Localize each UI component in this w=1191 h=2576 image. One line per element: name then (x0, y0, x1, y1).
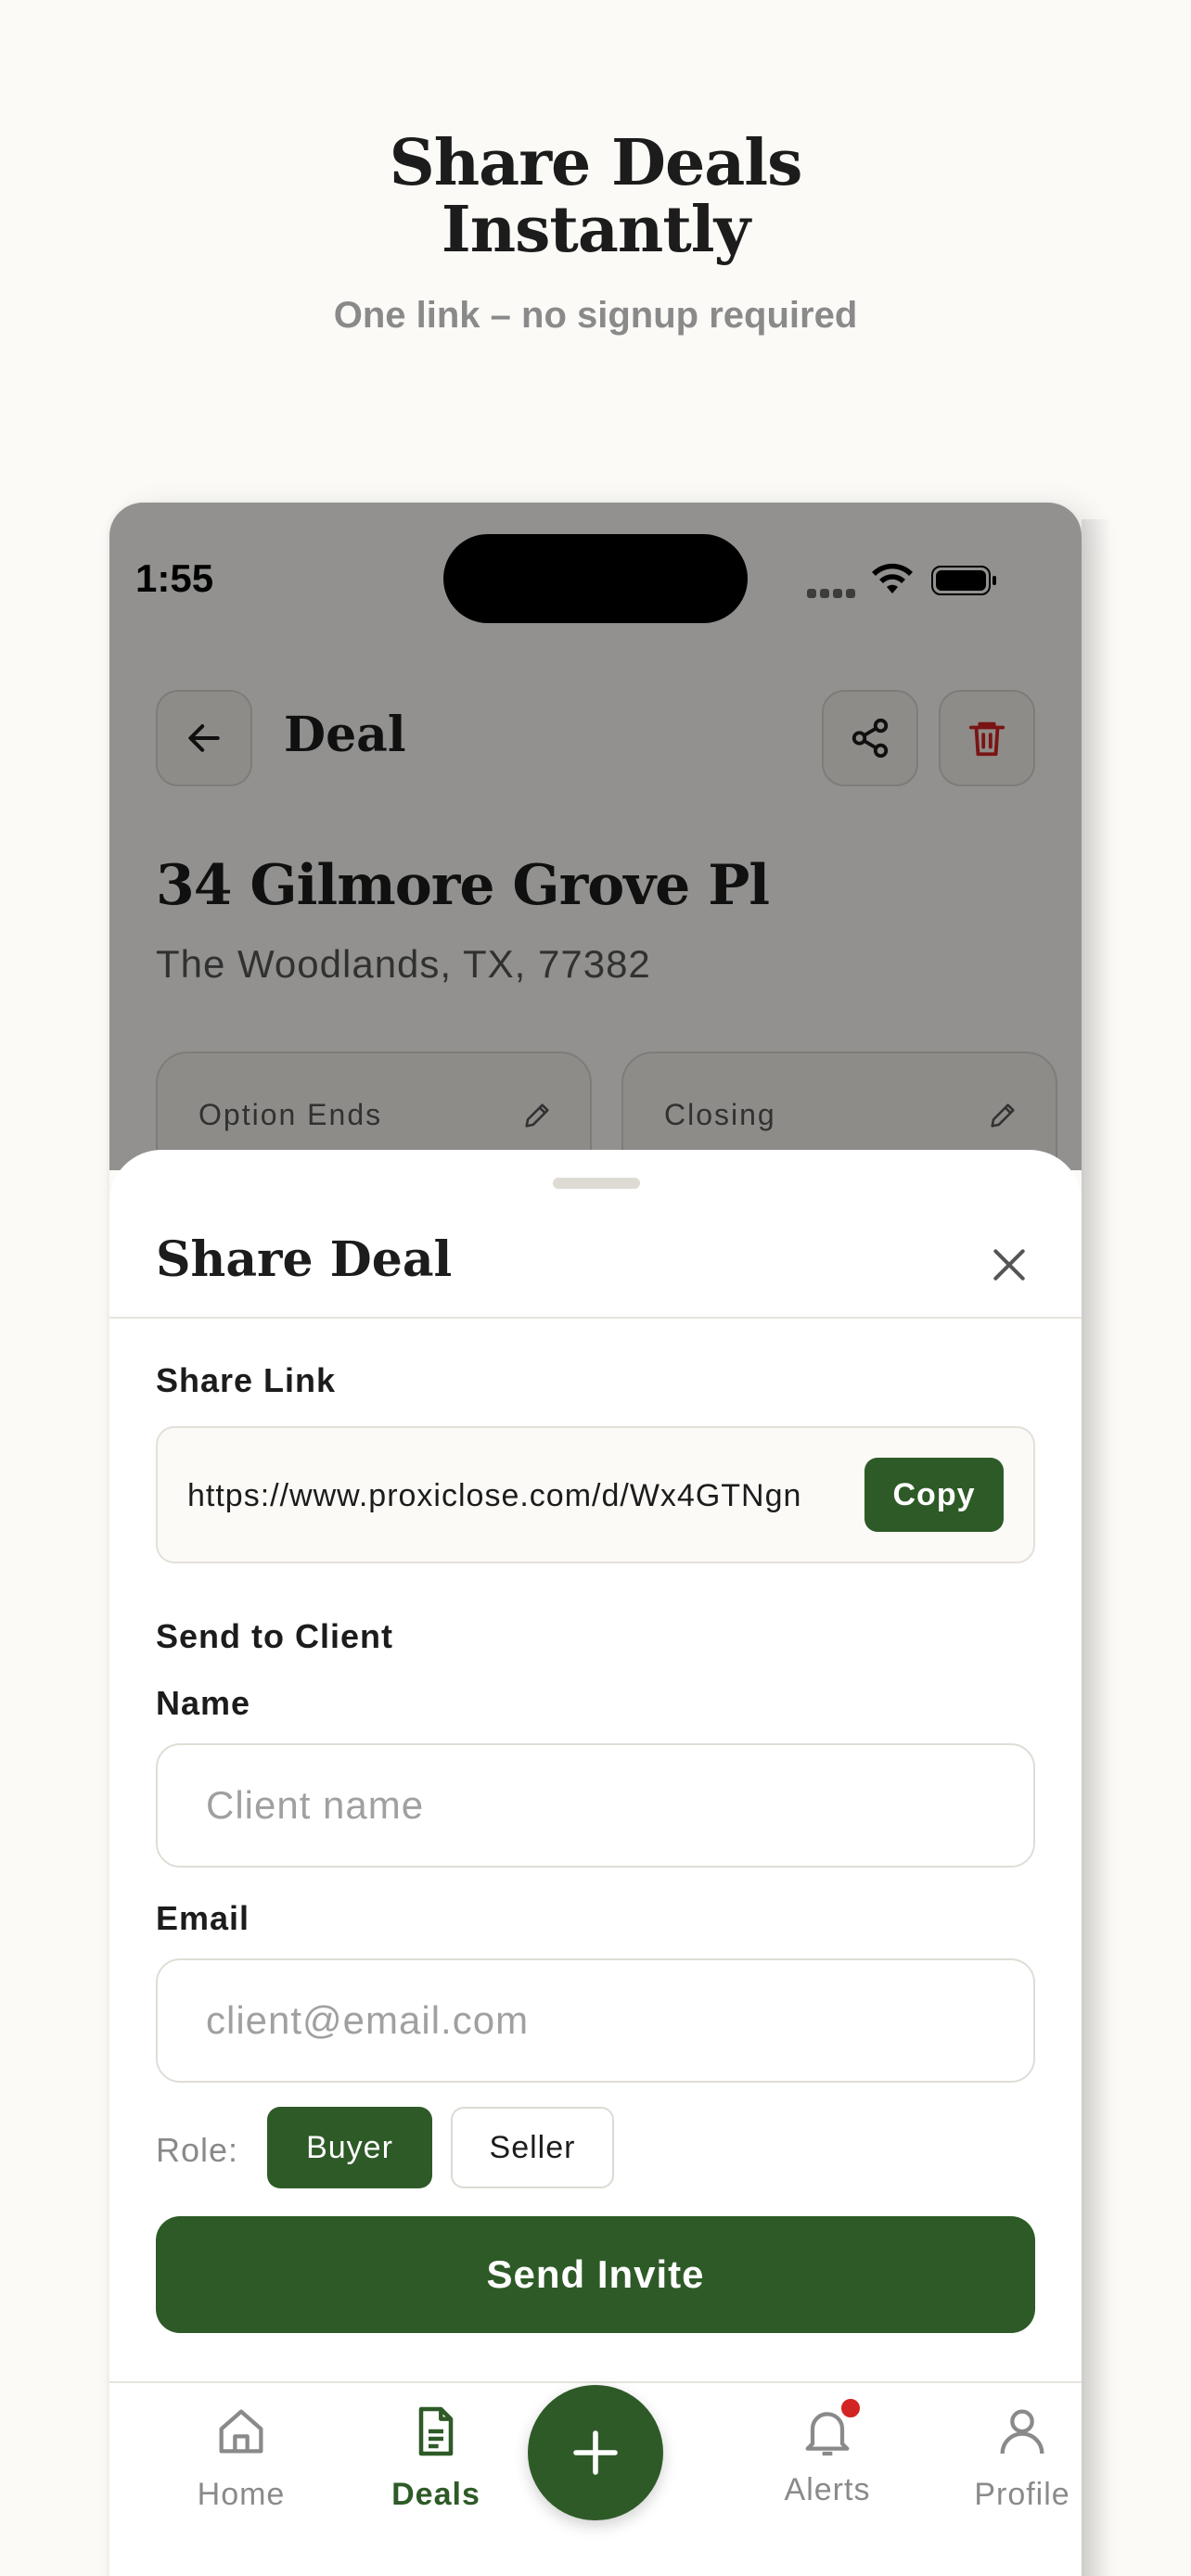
tab-label: Deals (391, 2477, 480, 2512)
send-to-client-label: Send to Client (156, 1617, 393, 1655)
alert-badge (839, 2396, 863, 2420)
role-seller-button[interactable]: Seller (451, 2107, 614, 2188)
hero-subtitle: One link – no signup required (333, 295, 858, 336)
close-icon (993, 1249, 1025, 1281)
tab-deals[interactable]: Deals (362, 2402, 510, 2513)
sheet-drag-handle[interactable] (553, 1178, 640, 1189)
sheet-title: Share Deal (156, 1231, 453, 1288)
role-buyer-button[interactable]: Buyer (267, 2107, 432, 2188)
name-label: Name (156, 1684, 251, 1722)
tab-home[interactable]: Home (167, 2402, 315, 2513)
tab-bar-divider (109, 2381, 1082, 2383)
tab-profile[interactable]: Profile (948, 2402, 1096, 2513)
email-label: Email (156, 1899, 250, 1937)
hero-title-line-2: Instantly (441, 193, 750, 267)
client-name-input[interactable]: Client name (156, 1743, 1035, 1868)
share-link-box: https://www.proxiclose.com/d/Wx4GTNgn Co… (156, 1426, 1035, 1563)
share-deal-sheet: Share Deal Share Link https://www.proxic… (109, 1150, 1082, 2576)
role-label: Role: (156, 2131, 239, 2169)
tab-label: Profile (974, 2477, 1070, 2512)
phone-shadow (1082, 519, 1111, 2576)
hero-title: Share Deals Instantly (0, 130, 1191, 263)
home-icon (219, 2409, 263, 2454)
hero-title-line-1: Share Deals (389, 126, 803, 200)
tab-label: Alerts (784, 2472, 871, 2507)
client-email-input[interactable]: client@email.com (156, 1958, 1035, 2083)
send-invite-button[interactable]: Send Invite (156, 2216, 1035, 2333)
plus-icon (573, 2430, 618, 2475)
share-link-label: Share Link (156, 1361, 337, 1399)
tab-label: Home (197, 2477, 286, 2512)
close-button[interactable] (981, 1237, 1037, 1293)
share-link-url[interactable]: https://www.proxiclose.com/d/Wx4GTNgn (187, 1478, 801, 1514)
sheet-divider (109, 1317, 1082, 1319)
tab-alerts[interactable]: Alerts (753, 2396, 902, 2508)
add-deal-button[interactable] (528, 2385, 663, 2520)
copy-button[interactable]: Copy (864, 1458, 1004, 1532)
person-icon (1000, 2409, 1044, 2455)
document-icon (418, 2406, 454, 2456)
